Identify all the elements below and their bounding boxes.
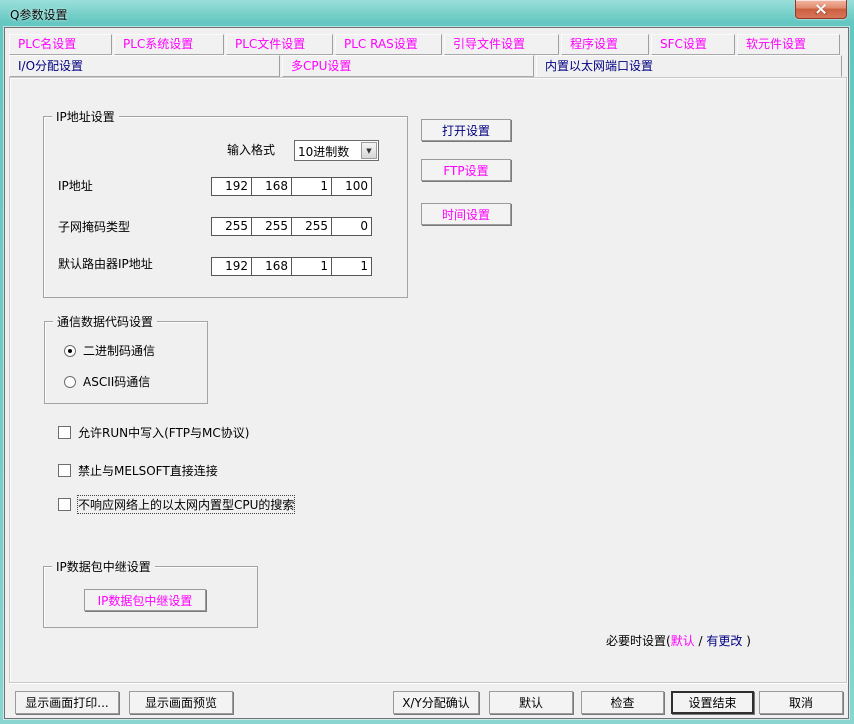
time-settings-button[interactable]: 时间设置 <box>421 203 511 225</box>
router-octet-input[interactable]: 1 <box>331 257 372 276</box>
router-octet-input[interactable]: 192 <box>211 257 252 276</box>
router-octet-input[interactable]: 1 <box>291 257 332 276</box>
ip-address-fields: 192 168 1 100 <box>211 177 372 196</box>
tab-sfc[interactable]: SFC设置 <box>651 34 735 55</box>
hint-prefix: 必要时设置( <box>606 634 671 648</box>
comm-code-group: 通信数据代码设置 <box>44 321 208 404</box>
radio-ascii-communication[interactable]: ASCII码通信 <box>64 373 150 390</box>
subnet-octet-input[interactable]: 255 <box>251 217 292 236</box>
checkbox-label: 允许RUN中写入(FTP与MC协议) <box>78 424 249 441</box>
radio-label: 二进制码通信 <box>83 342 155 359</box>
default-button[interactable]: 默认 <box>489 691 573 714</box>
checkbox-no-response-cpu-search[interactable]: 不响应网络上的以太网内置型CPU的搜索 <box>58 496 294 513</box>
checkbox-label: 禁止与MELSOFT直接连接 <box>78 462 218 479</box>
radio-unselected-icon <box>64 376 76 388</box>
ip-packet-relay-button[interactable]: IP数据包中继设置 <box>84 589 206 611</box>
open-settings-button[interactable]: 打开设置 <box>421 119 511 141</box>
xy-assignment-confirm-button[interactable]: X/Y分配确认 <box>393 691 479 714</box>
ip-octet-input[interactable]: 168 <box>251 177 292 196</box>
input-format-value: 10进制数 <box>298 143 349 160</box>
ip-address-label: IP地址 <box>58 177 93 196</box>
tab-plc-name[interactable]: PLC名设置 <box>9 34 112 55</box>
tab-program[interactable]: 程序设置 <box>561 34 649 55</box>
ip-octet-input[interactable]: 192 <box>211 177 252 196</box>
hint-slash: / <box>695 634 707 648</box>
radio-selected-icon <box>64 345 76 357</box>
checkbox-disable-melsoft-connection[interactable]: 禁止与MELSOFT直接连接 <box>58 462 218 479</box>
ip-group-legend: IP地址设置 <box>52 108 119 125</box>
finish-setting-button[interactable]: 设置结束 <box>671 691 754 714</box>
ip-octet-input[interactable]: 1 <box>291 177 332 196</box>
close-button[interactable] <box>795 0 847 19</box>
hint-default-word: 默认 <box>671 634 695 648</box>
print-screen-button[interactable]: 显示画面打印... <box>15 691 119 714</box>
input-format-label: 输入格式 <box>227 141 275 160</box>
router-octet-input[interactable]: 168 <box>251 257 292 276</box>
hint-suffix: ) <box>742 634 751 648</box>
tab-boot-file[interactable]: 引导文件设置 <box>444 34 559 55</box>
radio-binary-communication[interactable]: 二进制码通信 <box>64 342 155 359</box>
relay-group-legend: IP数据包中继设置 <box>52 558 155 575</box>
subnet-octet-input[interactable]: 0 <box>331 217 372 236</box>
preview-screen-button[interactable]: 显示画面预览 <box>129 691 233 714</box>
radio-label: ASCII码通信 <box>83 373 150 390</box>
checkbox-unchecked-icon <box>58 498 71 511</box>
tab-multi-cpu[interactable]: 多CPU设置 <box>282 55 534 77</box>
check-button[interactable]: 检查 <box>581 691 664 714</box>
q-parameter-window: Q参数设置 PLC名设置 PLC系统设置 PLC文件设置 PLC RAS设置 引… <box>0 0 854 724</box>
default-router-label: 默认路由器IP地址 <box>58 255 153 274</box>
tab-io-assignment[interactable]: I/O分配设置 <box>9 55 280 77</box>
window-title: Q参数设置 <box>10 6 67 23</box>
subnet-octet-input[interactable]: 255 <box>211 217 252 236</box>
checkbox-unchecked-icon <box>58 426 71 439</box>
chevron-down-icon[interactable]: ▼ <box>361 142 377 159</box>
comm-group-legend: 通信数据代码设置 <box>53 313 157 330</box>
subnet-mask-fields: 255 255 255 0 <box>211 217 372 236</box>
tab-plc-ras[interactable]: PLC RAS设置 <box>335 34 442 55</box>
checkbox-unchecked-icon <box>58 464 71 477</box>
tab-plc-system[interactable]: PLC系统设置 <box>114 34 224 55</box>
ftp-settings-button[interactable]: FTP设置 <box>421 159 511 181</box>
input-format-select[interactable]: 10进制数 ▼ <box>294 140 379 161</box>
hint-text: 必要时设置(默认 / 有更改 ) <box>606 632 751 649</box>
tab-plc-file[interactable]: PLC文件设置 <box>226 34 333 55</box>
tab-device[interactable]: 软元件设置 <box>737 34 840 55</box>
titlebar[interactable]: Q参数设置 <box>0 0 854 27</box>
close-icon <box>816 4 826 14</box>
subnet-octet-input[interactable]: 255 <box>291 217 332 236</box>
subnet-mask-label: 子网掩码类型 <box>58 218 130 237</box>
ip-octet-input[interactable]: 100 <box>331 177 372 196</box>
hint-changed-word: 有更改 <box>706 634 742 648</box>
tab-builtin-ethernet-port[interactable]: 内置以太网端口设置 <box>536 55 842 77</box>
default-router-fields: 192 168 1 1 <box>211 257 372 276</box>
cancel-button[interactable]: 取消 <box>759 691 843 714</box>
dialog-client-area: PLC名设置 PLC系统设置 PLC文件设置 PLC RAS设置 引导文件设置 … <box>4 27 849 719</box>
checkbox-label-focused: 不响应网络上的以太网内置型CPU的搜索 <box>78 496 294 513</box>
checkbox-allow-run-write[interactable]: 允许RUN中写入(FTP与MC协议) <box>58 424 249 441</box>
